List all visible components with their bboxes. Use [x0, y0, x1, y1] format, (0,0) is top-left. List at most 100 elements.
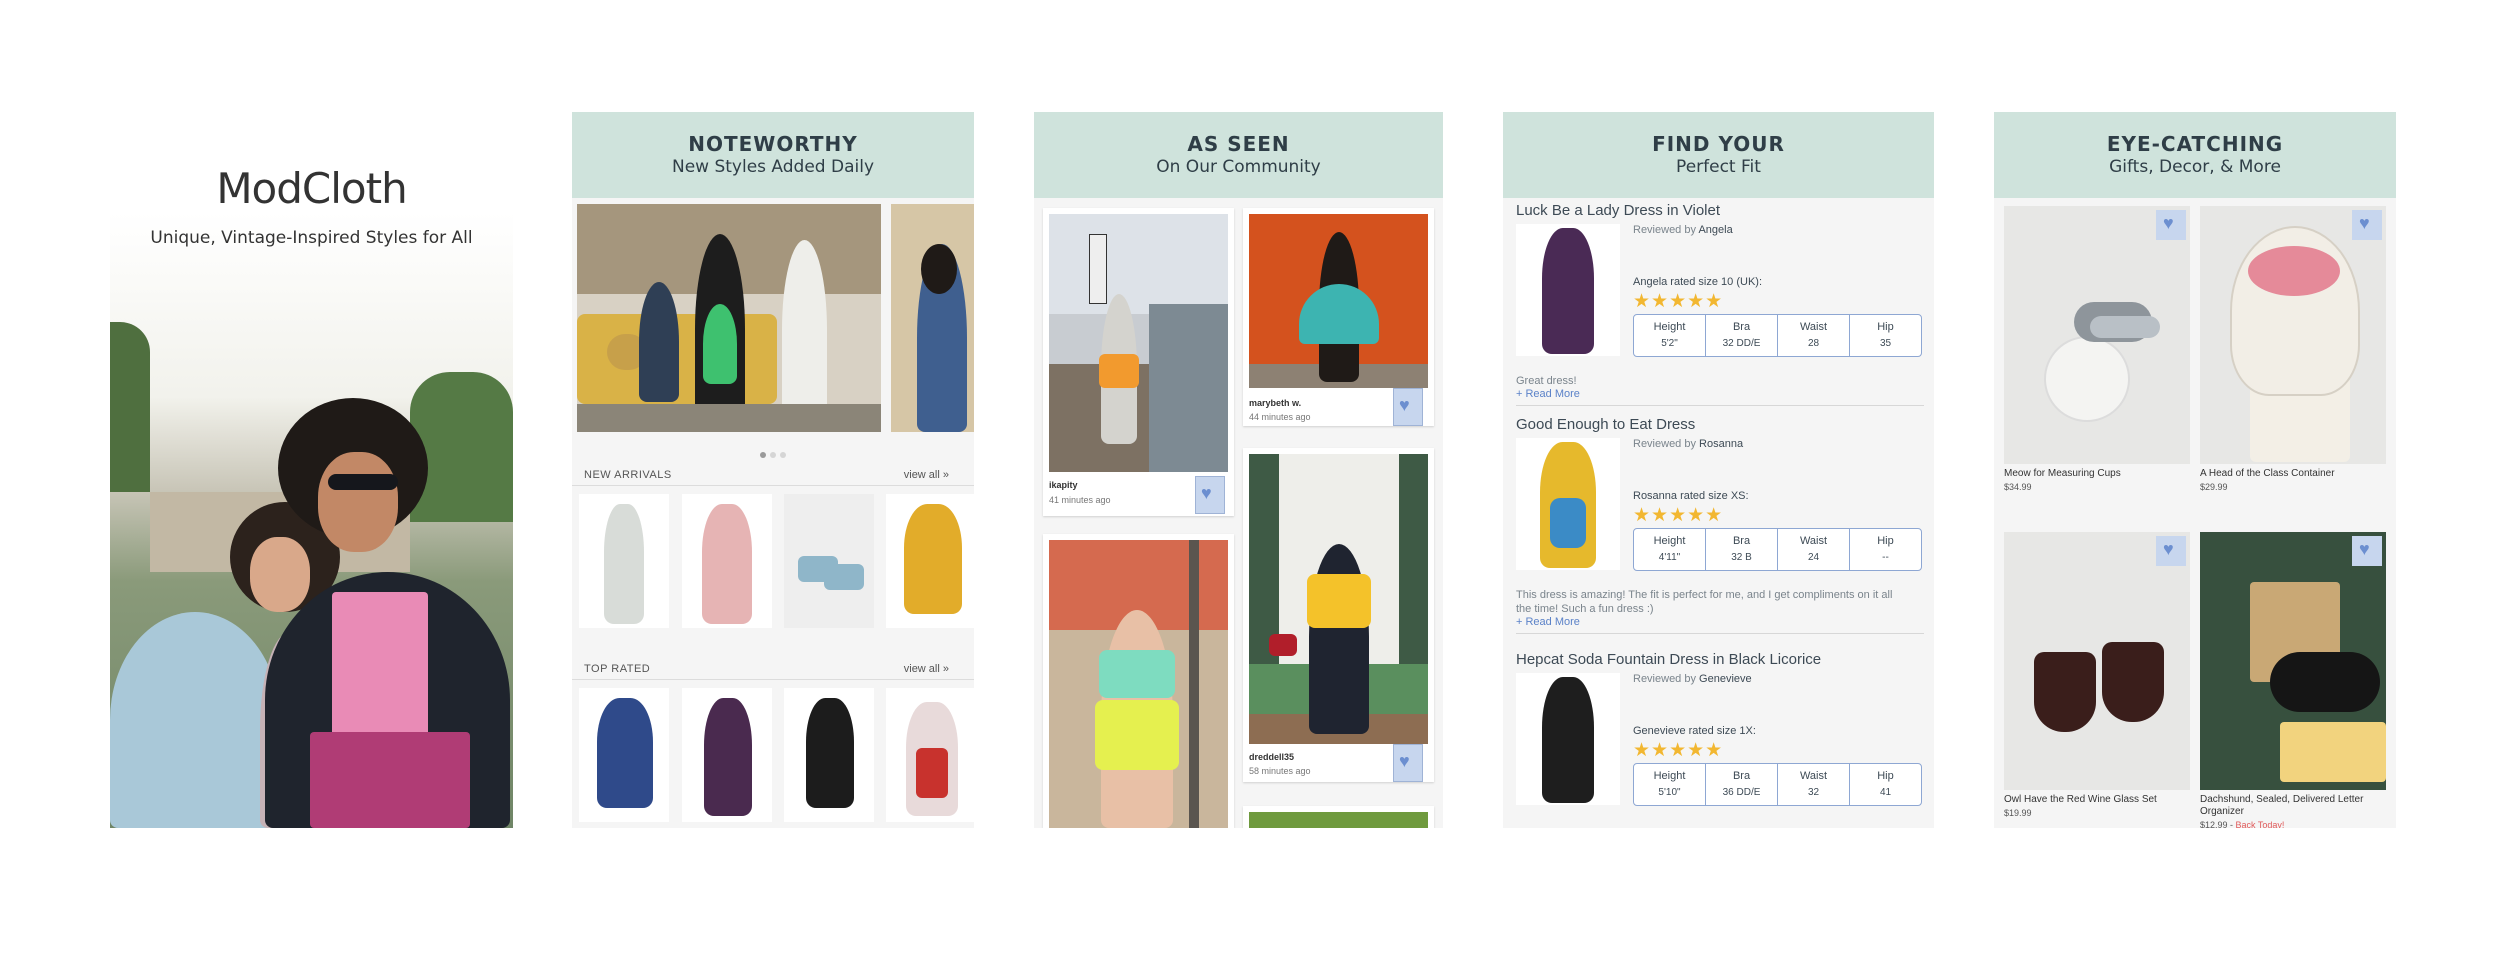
like-button[interactable]: ♥ [1393, 744, 1423, 782]
product-thumb[interactable] [682, 688, 772, 822]
product-image[interactable] [2004, 532, 2190, 790]
post-username[interactable]: ikapity [1049, 480, 1078, 490]
reviewer-name[interactable]: Genevieve [1699, 673, 1752, 685]
product-name[interactable]: Hepcat Soda Fountain Dress in Black Lico… [1516, 651, 1821, 668]
bra-cell: Bra 32 B [1706, 529, 1778, 570]
product-price: $34.99 [2004, 482, 2032, 492]
product-thumb[interactable] [886, 494, 974, 628]
product-name[interactable]: Owl Have the Red Wine Glass Set [2004, 794, 2157, 806]
product-name[interactable]: Luck Be a Lady Dress in Violet [1516, 202, 1720, 219]
sale-badge: Back Today! [2235, 820, 2285, 828]
heart-icon: ♥ [2359, 539, 2370, 559]
product-image[interactable] [2200, 206, 2386, 464]
panel-title: NOTEWORTHY [688, 132, 858, 156]
community-post[interactable]: dreddell35 58 minutes ago ♥ [1243, 448, 1434, 782]
bra-cell: Bra 32 DD/E [1706, 315, 1778, 356]
community-post[interactable]: ikapity 41 minutes ago ♥ [1043, 208, 1234, 516]
fit-review: Good Enough to Eat Dress Reviewed by Ros… [1503, 412, 1934, 642]
height-cell: Height 4'11" [1634, 529, 1706, 570]
hip-label: Hip [1877, 535, 1894, 547]
carousel-slide[interactable] [891, 204, 974, 432]
intro-panel: ModCloth Unique, Vintage-Inspired Styles… [110, 112, 513, 828]
heart-icon: ♥ [1201, 483, 1212, 503]
carousel-dot[interactable] [770, 452, 776, 458]
bra-value: 32 B [1731, 552, 1752, 563]
carousel-dot[interactable] [780, 452, 786, 458]
carousel-dot[interactable] [760, 452, 766, 458]
carousel-dots[interactable] [572, 445, 974, 463]
bra-label: Bra [1732, 321, 1751, 333]
waist-label: Waist [1799, 770, 1828, 782]
product-image[interactable] [1516, 224, 1620, 356]
product-thumb[interactable] [784, 688, 874, 822]
star-rating: ★★★★★ [1633, 505, 1724, 526]
product-name[interactable]: A Head of the Class Container [2200, 468, 2335, 480]
community-post[interactable] [1043, 534, 1234, 828]
waist-cell: Waist 32 [1778, 764, 1850, 805]
favorite-button[interactable]: ♥ [2156, 210, 2186, 240]
product-name[interactable]: Meow for Measuring Cups [2004, 468, 2121, 480]
favorite-button[interactable]: ♥ [2156, 536, 2186, 566]
top-rated-view-all-link[interactable]: view all » [904, 663, 949, 675]
review-comment: This dress is amazing! The fit is perfec… [1516, 589, 1893, 615]
top-rated-label: TOP RATED [584, 663, 651, 675]
like-button[interactable]: ♥ [1393, 388, 1423, 426]
read-more-link[interactable]: + Read More [1516, 616, 1580, 628]
product-card[interactable]: ♥ A Head of the Class Container $29.99 [2200, 206, 2386, 506]
reviewer-name[interactable]: Rosanna [1699, 438, 1743, 450]
carousel-slide[interactable] [577, 204, 881, 432]
community-post[interactable]: marybeth w. 44 minutes ago ♥ [1243, 208, 1434, 426]
panel-header: NOTEWORTHY New Styles Added Daily [572, 112, 974, 198]
panel-subtitle: New Styles Added Daily [671, 157, 875, 177]
new-arrivals-label: NEW ARRIVALS [584, 469, 672, 481]
bra-cell: Bra 36 DD/E [1706, 764, 1778, 805]
favorite-button[interactable]: ♥ [2352, 536, 2382, 566]
product-thumb[interactable] [579, 688, 669, 822]
reviewed-by-label: Reviewed by [1633, 438, 1696, 450]
panel-subtitle: Gifts, Decor, & More [2109, 157, 2281, 177]
product-card[interactable]: ♥ Dachshund, Sealed, Delivered Letter Or… [2200, 532, 2386, 828]
product-name[interactable]: Good Enough to Eat Dress [1516, 416, 1695, 433]
fit-review: Hepcat Soda Fountain Dress in Black Lico… [1503, 647, 1934, 828]
post-username[interactable]: dreddell35 [1249, 752, 1294, 762]
tagline: Unique, Vintage-Inspired Styles for All [150, 228, 473, 248]
reviewer-name[interactable]: Angela [1698, 224, 1732, 236]
product-thumb[interactable] [682, 494, 772, 628]
hip-value: 35 [1879, 338, 1892, 349]
price-value: $12.99 - [2200, 820, 2234, 828]
panel-title: FIND YOUR [1652, 132, 1785, 156]
like-button[interactable]: ♥ [1195, 476, 1225, 514]
waist-value: 32 [1807, 787, 1820, 798]
favorite-button[interactable]: ♥ [2352, 210, 2382, 240]
size-table: Height 5'2" Bra 32 DD/E Waist 28 Hip 35 [1633, 314, 1922, 357]
featured-carousel[interactable] [577, 204, 974, 432]
read-more-link[interactable]: + Read More [1516, 388, 1580, 400]
product-image[interactable] [2004, 206, 2190, 464]
star-rating: ★★★★★ [1633, 740, 1724, 761]
product-card[interactable]: ♥ Owl Have the Red Wine Glass Set $19.99 [2004, 532, 2190, 828]
post-timestamp: 44 minutes ago [1249, 412, 1311, 422]
product-name[interactable]: Dachshund, Sealed, Delivered Letter Orga… [2200, 794, 2380, 818]
product-image[interactable] [1516, 673, 1620, 805]
community-post[interactable] [1243, 806, 1434, 828]
panel-title: AS SEEN [1187, 132, 1290, 156]
product-thumb[interactable] [784, 494, 874, 628]
noteworthy-panel: NOTEWORTHY New Styles Added Daily NEW AR… [572, 112, 974, 828]
heart-icon: ♥ [1399, 395, 1410, 415]
product-image[interactable] [2200, 532, 2386, 790]
height-label: Height [1653, 321, 1686, 333]
divider [572, 485, 974, 486]
waist-cell: Waist 28 [1778, 315, 1850, 356]
product-image[interactable] [1516, 438, 1620, 570]
height-cell: Height 5'2" [1634, 315, 1706, 356]
product-price: $12.99 - Back Today! [2200, 820, 2284, 828]
post-username[interactable]: marybeth w. [1249, 398, 1301, 408]
product-thumb[interactable] [579, 494, 669, 628]
product-card[interactable]: ♥ Meow for Measuring Cups $34.99 [2004, 206, 2190, 506]
new-arrivals-view-all-link[interactable]: view all » [904, 469, 949, 481]
divider [1516, 633, 1924, 634]
product-thumb[interactable] [886, 688, 974, 822]
bra-label: Bra [1732, 535, 1751, 547]
star-rating: ★★★★★ [1633, 291, 1724, 312]
hip-label: Hip [1877, 321, 1894, 333]
